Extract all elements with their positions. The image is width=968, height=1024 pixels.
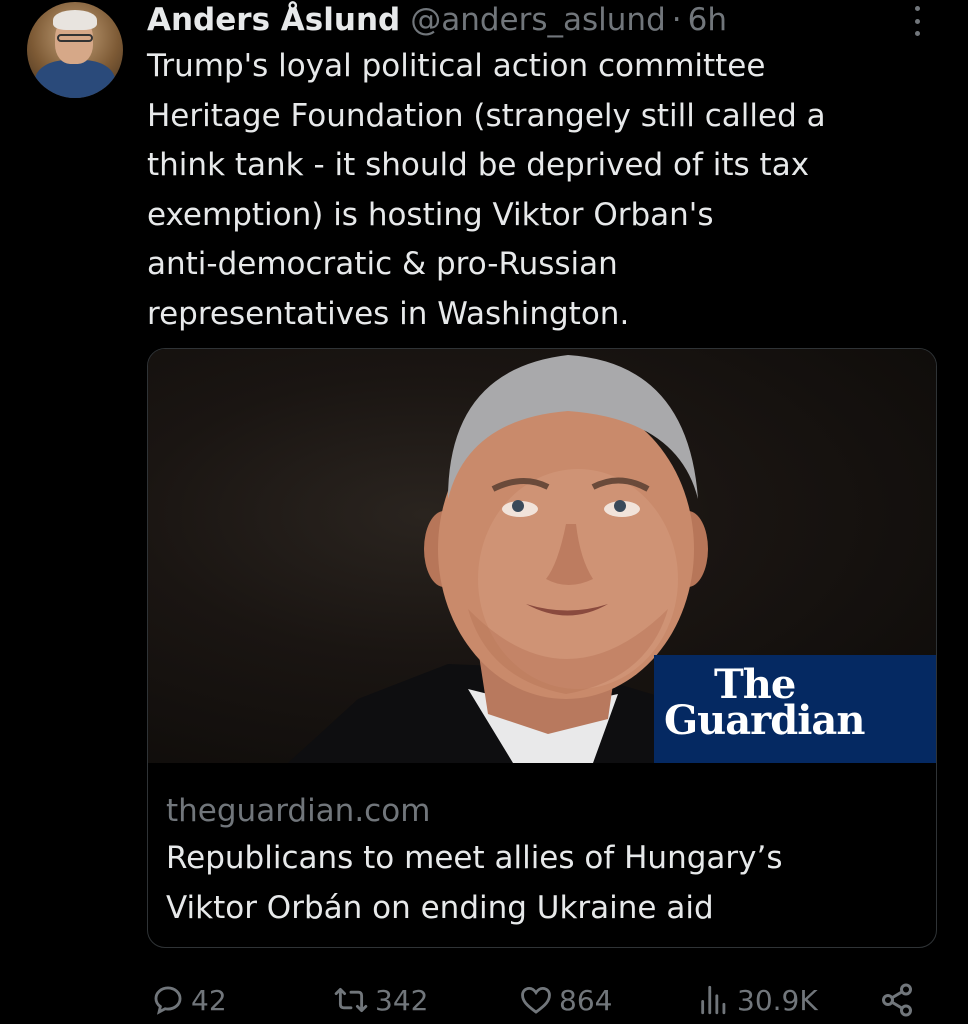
- right-pupil-shape: [614, 500, 626, 512]
- like-count: 864: [559, 983, 613, 1017]
- more-dot: [914, 18, 920, 24]
- share-button[interactable]: [879, 978, 921, 1022]
- link-card[interactable]: The Guardian theguardian.com Republicans…: [147, 348, 937, 948]
- guardian-logo: The Guardian: [654, 655, 936, 763]
- avatar-shirt: [35, 60, 115, 98]
- card-title: Republicans to meet allies of Hungary’s …: [166, 840, 783, 926]
- card-text[interactable]: theguardian.com Republicans to meet alli…: [166, 789, 926, 933]
- timestamp[interactable]: 6h: [688, 0, 727, 40]
- more-dot: [914, 6, 920, 11]
- action-bar: 42 342 864 30.9K: [147, 978, 927, 1022]
- reply-count: 42: [191, 983, 227, 1017]
- more-vertical-icon[interactable]: [905, 6, 929, 36]
- left-pupil-shape: [512, 500, 524, 512]
- retweet-arrows-icon: [334, 987, 368, 1013]
- card-domain: theguardian.com: [166, 793, 431, 829]
- avatar-glasses: [57, 34, 93, 42]
- heart-icon: [521, 986, 551, 1014]
- guardian-logo-line2: Guardian: [664, 697, 865, 744]
- reply-bubble-icon: [154, 986, 182, 1015]
- retweet-count: 342: [375, 983, 429, 1017]
- user-handle[interactable]: @anders_aslund: [410, 0, 666, 40]
- avatar-hair: [53, 10, 97, 30]
- tweet-header: Anders Åslund @anders_aslund · 6h: [147, 0, 727, 40]
- like-button[interactable]: 864: [519, 978, 612, 1022]
- share-icon: [882, 983, 912, 1017]
- avatar[interactable]: [27, 2, 123, 98]
- more-dot: [914, 31, 920, 36]
- bar-chart-icon: [701, 985, 726, 1015]
- separator-dot: ·: [671, 2, 682, 38]
- display-name[interactable]: Anders Åslund: [147, 0, 400, 40]
- views-button[interactable]: 30.9K: [697, 978, 818, 1022]
- tweet-text: Trump's loyal political action committee…: [147, 48, 826, 332]
- tweet[interactable]: Anders Åslund @anders_aslund · 6h Trump'…: [0, 0, 968, 1024]
- card-image[interactable]: The Guardian: [148, 349, 936, 763]
- views-count: 30.9K: [737, 983, 818, 1017]
- retweet-button[interactable]: 342: [333, 978, 428, 1022]
- reply-button[interactable]: 42: [151, 978, 227, 1022]
